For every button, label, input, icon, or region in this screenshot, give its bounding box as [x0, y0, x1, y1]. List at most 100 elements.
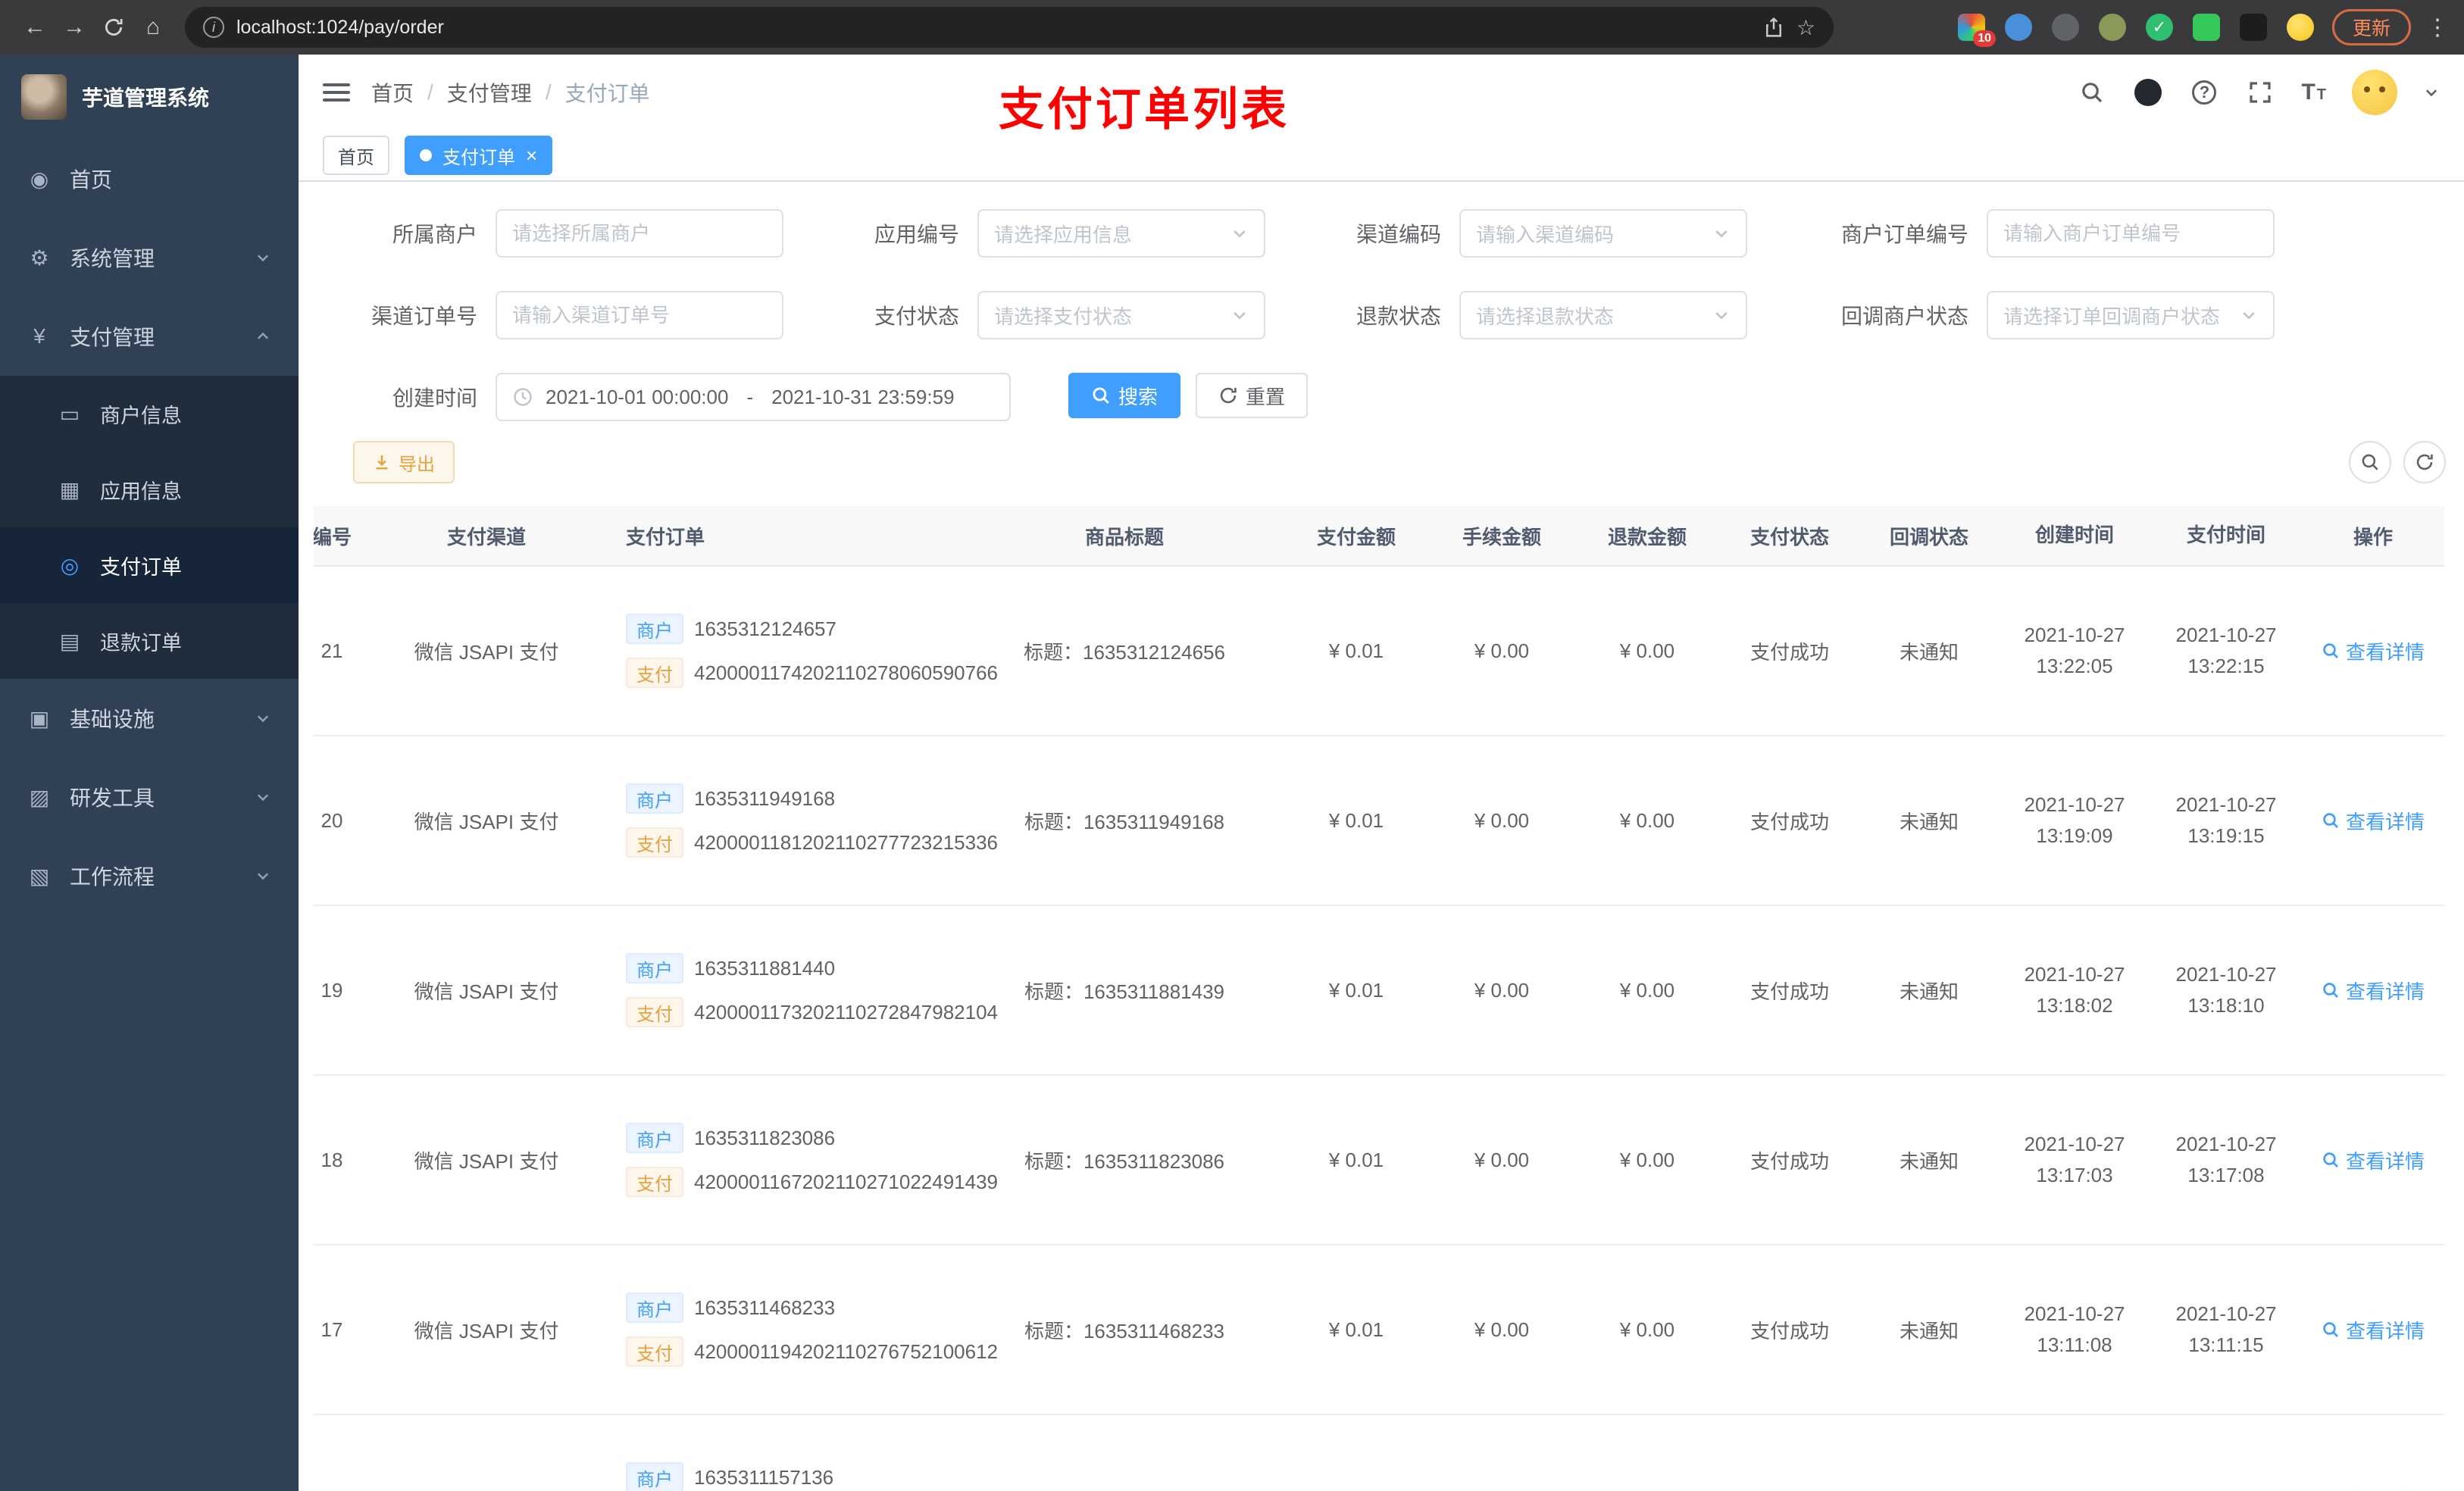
view-detail-link[interactable]: 查看详情 [2322, 1316, 2425, 1344]
extensions-pin-icon[interactable] [2239, 14, 2267, 41]
sidebar-item-app-info[interactable]: ▦ 应用信息 [0, 452, 299, 527]
user-avatar[interactable] [2352, 70, 2397, 115]
channel-pay-no: 4200001173202110272847982104 [694, 1000, 999, 1024]
cell-action: 查看详情 [2302, 1415, 2444, 1491]
extension-icon-check[interactable]: ✓ [2145, 14, 2173, 41]
sidebar-item-refund-order[interactable]: ▤ 退款订单 [0, 603, 299, 679]
merchant-order-no-label: 商户订单编号 [1840, 223, 1968, 246]
target-icon: ◎ [60, 553, 80, 577]
back-icon[interactable]: ← [15, 8, 55, 47]
cell-pay-order: 商户 1635311468233 支付 42000011942021102767… [608, 1246, 998, 1414]
refund-status-label: 退款状态 [1356, 305, 1441, 328]
reset-button[interactable]: 重置 [1196, 373, 1309, 418]
sidebar-item-label: 首页 [70, 168, 113, 192]
font-size-icon[interactable]: TT [2301, 80, 2326, 105]
bookmark-star-icon[interactable]: ☆ [1796, 15, 1815, 40]
share-icon[interactable] [1763, 17, 1784, 38]
home-icon[interactable]: ⌂ [133, 8, 173, 47]
cell-product-title: 标题：1635311823086 [1024, 1149, 1225, 1173]
extension-icon-chat[interactable] [2192, 14, 2220, 41]
fullscreen-icon[interactable] [2245, 77, 2275, 108]
view-detail-link[interactable]: 查看详情 [2322, 807, 2425, 835]
view-detail-link[interactable]: 查看详情 [2322, 1146, 2425, 1174]
cell-refund-amount: ¥ 0.00 [1619, 1318, 1675, 1341]
sidebar-item-workflow[interactable]: ▧ 工作流程 [0, 836, 299, 915]
pay-order-table: 编号 支付渠道 支付订单 商品标题 支付金额 手续金额 退款金额 支付状态 回调… [314, 506, 2444, 1491]
sidebar-item-dev-tools[interactable]: ▨ 研发工具 [0, 758, 299, 836]
sidebar-item-home[interactable]: ◉ 首页 [0, 139, 299, 218]
export-button[interactable]: 导出 [353, 441, 455, 483]
extension-icon-colorful[interactable]: 10 [1957, 14, 1996, 47]
extension-icon-blue[interactable] [2004, 14, 2032, 41]
notify-status-select[interactable]: 请选择订单回调商户状态 [1987, 291, 2275, 339]
help-icon[interactable]: ? [2189, 77, 2219, 108]
url-bar[interactable]: i localhost:1024/pay/order ☆ [185, 7, 1834, 48]
app-select[interactable]: 请选择应用信息 [977, 209, 1265, 258]
pay-tag: 支付 [626, 1336, 683, 1367]
search-icon[interactable] [2077, 77, 2107, 108]
merchant-input[interactable] [496, 209, 783, 258]
sidebar: 芋道管理系统 ◉ 首页 ⚙ 系统管理 ¥ 支付管理 ▭ 商户信息 ▦ 应用信息 … [0, 55, 299, 1491]
refund-status-select[interactable]: 请选择退款状态 [1459, 291, 1747, 339]
sidebar-item-system[interactable]: ⚙ 系统管理 [0, 218, 299, 297]
tab-close-icon[interactable]: × [526, 145, 537, 165]
column-header-channel: 支付渠道 [446, 525, 526, 549]
fold-menu-icon[interactable] [323, 83, 350, 102]
extension-icon-gray[interactable] [2051, 14, 2079, 41]
refresh-table-button[interactable] [2403, 441, 2446, 483]
merchant-order-no-input[interactable] [1987, 209, 2275, 258]
cell-id: 21 [321, 639, 343, 662]
column-header-refund: 退款金额 [1607, 525, 1687, 549]
channel-order-no-input[interactable] [496, 291, 783, 339]
create-time-range-picker[interactable]: 2021-10-01 00:00:00 - 2021-10-31 23:59:5… [496, 373, 1011, 421]
sidebar-item-label: 支付订单 [100, 555, 182, 579]
channel-code-select[interactable]: 请输入渠道编码 [1459, 209, 1747, 258]
sidebar-item-label: 基础设施 [70, 708, 155, 731]
cell-product-title: 标题：1635312124656 [1024, 640, 1225, 664]
channel-pay-no: 4200001194202110276752100612 [694, 1339, 999, 1363]
avatar-caret-icon[interactable] [2423, 84, 2440, 101]
breadcrumb-home[interactable]: 首页 [371, 77, 414, 108]
pay-status-select[interactable]: 请选择支付状态 [977, 291, 1265, 339]
search-button[interactable]: 搜索 [1068, 373, 1181, 418]
sidebar-item-merchant-info[interactable]: ▭ 商户信息 [0, 376, 299, 452]
chevron-down-icon [1712, 224, 1731, 242]
cell-pay-amount [1284, 1415, 1429, 1491]
tab-pay-order[interactable]: 支付订单 × [405, 136, 553, 175]
chevron-down-icon [255, 710, 271, 727]
merchant-tag: 商户 [626, 1462, 683, 1491]
sidebar-item-pay-order[interactable]: ◎ 支付订单 [0, 527, 299, 603]
grid-icon: ▦ [59, 477, 80, 502]
view-detail-link[interactable]: 查看详情 [2322, 1486, 2425, 1491]
forward-icon[interactable]: → [55, 8, 94, 47]
main-content: 支付订单列表 首页 / 支付管理 / 支付订单 ? T T 首页 支付订单 × … [299, 55, 2464, 1491]
extension-icon-olive[interactable] [2098, 14, 2126, 41]
pay-status-label: 支付状态 [874, 305, 959, 328]
cell-create-time [1999, 1415, 2150, 1491]
site-info-icon[interactable]: i [203, 17, 224, 38]
browser-update-button[interactable]: 更新 [2331, 9, 2411, 45]
cell-fee-amount: ¥ 0.00 [1474, 978, 1530, 1002]
sidebar-item-payment[interactable]: ¥ 支付管理 [0, 297, 299, 376]
table-scroll-area[interactable]: 编号 支付渠道 支付订单 商品标题 支付金额 手续金额 退款金额 支付状态 回调… [314, 506, 2449, 1491]
payment-submenu: ▭ 商户信息 ▦ 应用信息 ◎ 支付订单 ▤ 退款订单 [0, 376, 299, 679]
cell-notify-status: 未通知 [1899, 640, 1959, 664]
column-header-fee: 手续金额 [1462, 525, 1541, 549]
view-detail-link[interactable]: 查看详情 [2322, 977, 2425, 1005]
cell-pay-status: 支付成功 [1750, 980, 1829, 1003]
reload-icon[interactable] [94, 8, 133, 47]
cell-id: 20 [321, 808, 343, 832]
github-icon[interactable] [2133, 77, 2163, 108]
dashboard-icon: ◉ [30, 167, 49, 191]
merchant-tag: 商户 [626, 1123, 683, 1153]
sidebar-item-infra[interactable]: ▣ 基础设施 [0, 679, 299, 758]
cell-product-title: 标题：1635311881439 [1024, 980, 1225, 1003]
view-detail-link[interactable]: 查看详情 [2322, 637, 2425, 665]
breadcrumb-payment[interactable]: 支付管理 [447, 77, 532, 108]
toggle-search-button[interactable] [2349, 441, 2391, 483]
browser-menu-icon[interactable]: ⋮ [2426, 14, 2449, 41]
cell-fee-amount: ¥ 0.00 [1474, 639, 1530, 662]
table-row: 17 微信 JSAPI 支付 商户 1635311468233 支付 42000… [314, 1246, 2444, 1415]
tab-home[interactable]: 首页 [323, 136, 389, 175]
browser-profile-avatar[interactable] [2286, 14, 2314, 41]
